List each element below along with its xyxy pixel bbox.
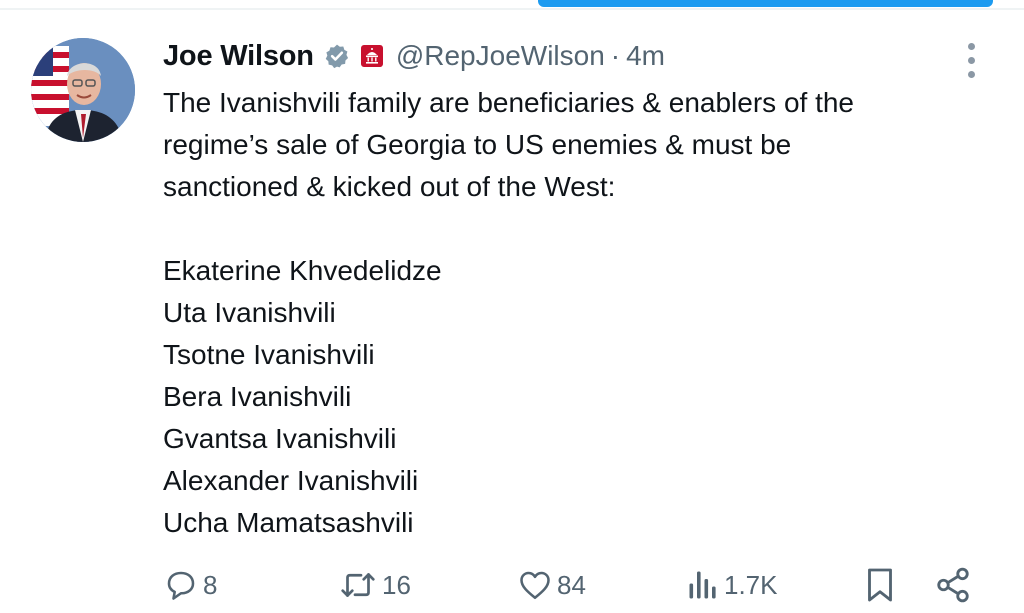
top-divider — [0, 8, 1024, 10]
timestamp[interactable]: 4m — [626, 40, 665, 72]
like-button[interactable]: 84 — [517, 560, 586, 610]
name-list-item: Bera Ivanishvili — [163, 381, 352, 412]
tweet-header: Joe Wilson @RepJoeWilson · 4m — [163, 36, 665, 76]
bookmark-icon — [868, 568, 892, 602]
government-label-icon[interactable] — [360, 44, 384, 68]
views-chart-icon — [689, 571, 716, 599]
author-handle[interactable]: @RepJoeWilson — [396, 40, 605, 72]
reply-count: 8 — [203, 569, 218, 600]
tweet-text-line: sanctioned & kicked out of the West: — [163, 171, 616, 202]
verified-badge-icon[interactable] — [324, 43, 350, 69]
name-list-item: Alexander Ivanishvili — [163, 465, 419, 496]
repost-icon — [341, 573, 375, 597]
avatar-photo — [31, 38, 135, 142]
view-count: 1.7K — [724, 569, 778, 600]
reply-icon — [167, 571, 195, 600]
scroll-progress-bar — [538, 0, 993, 7]
share-icon — [937, 567, 969, 603]
reply-button[interactable]: 8 — [163, 560, 217, 610]
views-button[interactable]: 1.7K — [686, 560, 778, 610]
tweet-text-line: The Ivanishvili family are beneficiaries… — [163, 87, 855, 118]
repost-button[interactable]: 16 — [338, 560, 411, 610]
name-list-item: Ekaterine Khvedelidze — [163, 255, 442, 286]
tweet-page: Joe Wilson @RepJoeWilson · 4m The Ivanis… — [0, 0, 1024, 613]
name-list-item: Gvantsa Ivanishvili — [163, 423, 397, 454]
name-list-item: Ucha Mamatsashvili — [163, 507, 414, 538]
tweet-text: The Ivanishvili family are beneficiaries… — [163, 82, 983, 544]
name-list-item: Tsotne Ivanishvili — [163, 339, 375, 370]
separator-dot: · — [610, 40, 621, 71]
bookmark-button[interactable] — [862, 560, 898, 610]
tweet-text-line: regime’s sale of Georgia to US enemies &… — [163, 129, 792, 160]
more-options-icon[interactable] — [956, 40, 986, 80]
heart-icon — [520, 571, 550, 600]
display-name[interactable]: Joe Wilson — [163, 40, 314, 73]
repost-count: 16 — [382, 569, 411, 600]
share-button[interactable] — [934, 560, 972, 610]
name-list-item: Uta Ivanishvili — [163, 297, 336, 328]
avatar[interactable] — [31, 38, 135, 142]
like-count: 84 — [557, 569, 586, 600]
action-bar: 8 16 84 1.7K — [0, 560, 1024, 610]
